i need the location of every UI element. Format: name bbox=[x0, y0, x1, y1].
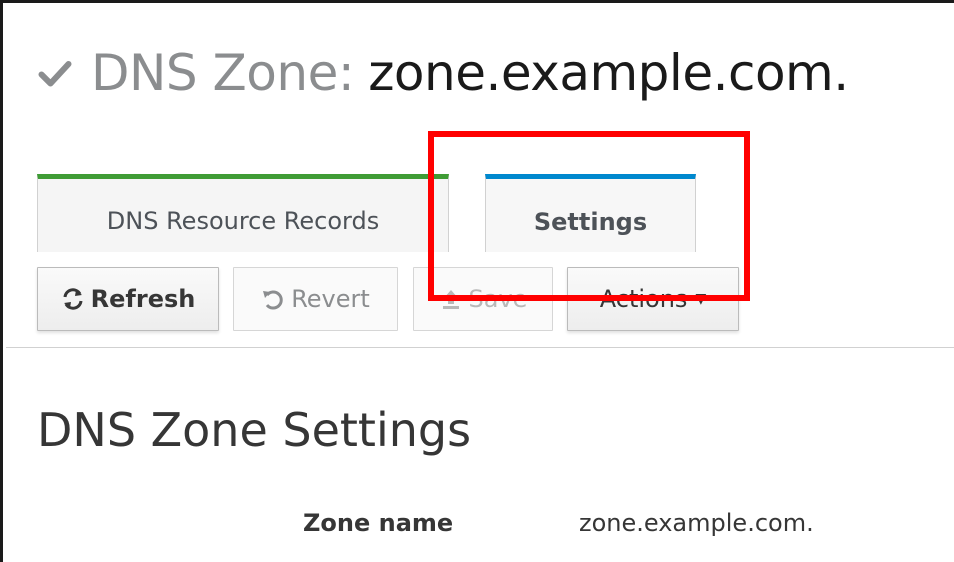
tab-label: DNS Resource Records bbox=[106, 206, 380, 235]
refresh-label: Refresh bbox=[90, 285, 196, 313]
toolbar-divider bbox=[6, 347, 954, 348]
tab-settings[interactable]: Settings bbox=[485, 174, 696, 252]
refresh-icon bbox=[63, 288, 83, 310]
main-panel: DNS Zone: zone.example.com. DNS Resource… bbox=[0, 0, 954, 562]
zone-name-label: Zone name bbox=[303, 509, 454, 537]
revert-button[interactable]: Revert bbox=[233, 267, 398, 331]
zone-name-value: zone.example.com. bbox=[579, 509, 814, 537]
page-title: DNS Zone: zone.example.com. bbox=[37, 43, 849, 103]
actions-dropdown-button[interactable]: Actions ▼ bbox=[567, 267, 739, 331]
tab-label: Settings bbox=[533, 207, 648, 236]
check-icon bbox=[38, 61, 72, 87]
page-title-prefix: DNS Zone: bbox=[91, 44, 355, 102]
actions-label: Actions bbox=[599, 285, 688, 313]
upload-icon bbox=[442, 290, 459, 309]
undo-icon bbox=[263, 290, 283, 310]
refresh-button[interactable]: Refresh bbox=[37, 267, 219, 331]
section-title: DNS Zone Settings bbox=[37, 403, 472, 457]
save-label: Save bbox=[468, 285, 528, 313]
zone-name-title: zone.example.com. bbox=[368, 44, 849, 102]
tab-dns-resource-records[interactable]: DNS Resource Records bbox=[37, 174, 449, 252]
save-button[interactable]: Save bbox=[413, 267, 553, 331]
revert-label: Revert bbox=[291, 285, 370, 313]
caret-down-icon: ▼ bbox=[695, 291, 707, 307]
